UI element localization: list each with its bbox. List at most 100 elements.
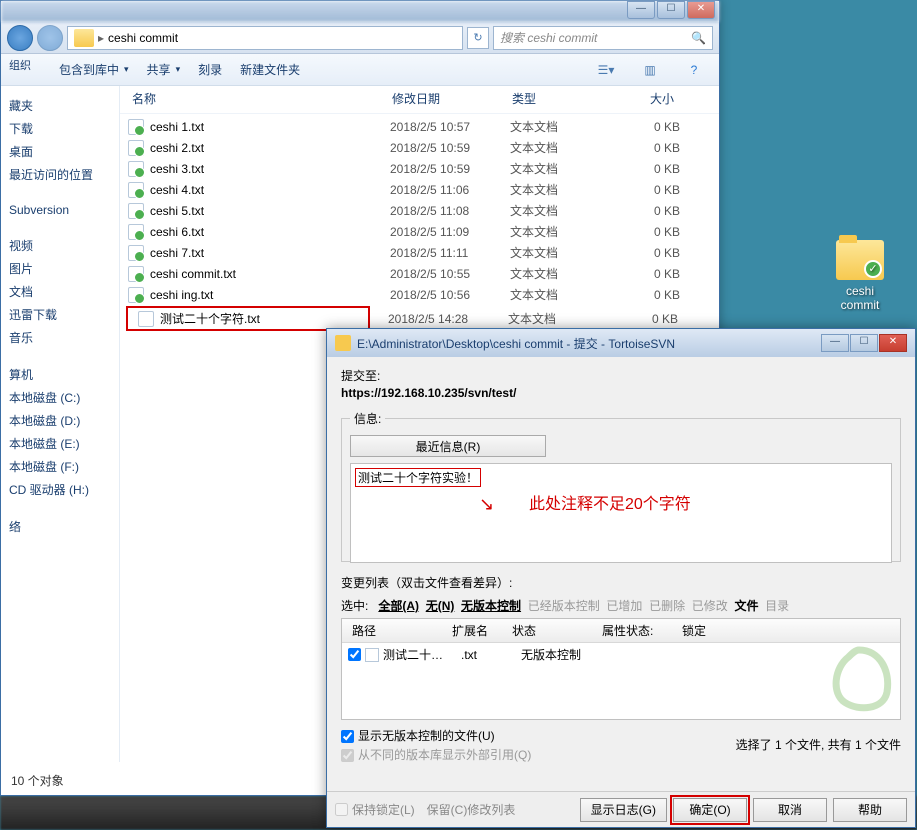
address-toolbar: ▸ ceshi commit ↻ 搜索 ceshi commit 🔍 [1,22,719,54]
file-row[interactable]: ceshi 7.txt2018/2/5 11:11文本文档0 KB [120,242,719,263]
file-date: 2018/2/5 11:08 [390,204,510,218]
column-headers[interactable]: 名称 修改日期 类型 大小 [120,86,719,114]
sidebar-item[interactable]: Subversion [7,200,113,220]
flcol-prop[interactable]: 属性状态: [598,622,678,639]
file-ext: .txt [461,648,521,662]
sidebar-item[interactable]: 本地磁盘 (C:) [7,386,113,409]
maximize-button[interactable]: ☐ [850,334,878,352]
sidebar-item[interactable]: 桌面 [7,140,113,163]
sidebar-item[interactable]: CD 驱动器 (H:) [7,478,113,501]
burn-button[interactable]: 刻录 [198,61,222,78]
col-date[interactable]: 修改日期 [388,90,508,107]
file-row[interactable]: ceshi commit.txt2018/2/5 10:55文本文档0 KB [120,263,719,284]
sidebar-item[interactable]: 迅雷下载 [7,303,113,326]
file-icon [128,287,144,303]
sidebar-item[interactable]: 本地磁盘 (F:) [7,455,113,478]
sidebar-item[interactable]: 藏夹 [7,94,113,117]
filelist-header[interactable]: 路径 扩展名 状态 属性状态: 锁定 [342,619,900,643]
sidebar-item[interactable]: 算机 [7,363,113,386]
commit-message-input[interactable]: 测试二十个字符实验！ ↘ 此处注释不足20个字符 [350,463,892,563]
col-size[interactable]: 大小 [618,90,678,107]
file-type: 文本文档 [510,202,620,219]
file-row[interactable]: ceshi 6.txt2018/2/5 11:09文本文档0 KB [120,221,719,242]
filter-none[interactable]: 无(N) [426,599,455,613]
help-button[interactable]: 帮助 [833,798,907,822]
flcol-path[interactable]: 路径 [348,622,448,639]
file-checkbox[interactable] [348,648,361,661]
organize-button[interactable]: 组织 [9,57,31,73]
address-bar[interactable]: ▸ ceshi commit [67,26,463,50]
desktop-folder-ceshi-commit[interactable]: ceshi commit [825,240,895,312]
file-icon [128,245,144,261]
sidebar-item[interactable]: 图片 [7,257,113,280]
file-size: 0 KB [620,120,680,134]
file-row[interactable]: ceshi 4.txt2018/2/5 11:06文本文档0 KB [120,179,719,200]
filter-files[interactable]: 文件 [734,599,758,613]
file-row[interactable]: ceshi 5.txt2018/2/5 11:08文本文档0 KB [120,200,719,221]
minimize-button[interactable]: — [627,1,655,19]
file-date: 2018/2/5 10:57 [390,120,510,134]
close-button[interactable]: ✕ [687,1,715,19]
flcol-lock[interactable]: 锁定 [678,622,728,639]
change-file-list[interactable]: 路径 扩展名 状态 属性状态: 锁定 测试二十… .txt 无版本控制 [341,618,901,720]
sidebar-item[interactable]: 音乐 [7,326,113,349]
sidebar-item[interactable]: 本地磁盘 (D:) [7,409,113,432]
forward-button[interactable] [37,25,63,51]
filter-all[interactable]: 全部(A) [378,599,419,613]
sidebar-item[interactable]: 视频 [7,234,113,257]
file-path: 测试二十… [383,646,461,663]
sidebar-item[interactable]: 络 [7,515,113,538]
status-bar: 10 个对象 [11,772,64,789]
cancel-button[interactable]: 取消 [753,798,827,822]
share-button[interactable]: 共享 [147,61,181,78]
refresh-button[interactable]: ↻ [467,27,489,49]
maximize-button[interactable]: ☐ [657,1,685,19]
sidebar-item[interactable]: 下载 [7,117,113,140]
file-date: 2018/2/5 11:09 [390,225,510,239]
file-type: 文本文档 [510,181,620,198]
col-name[interactable]: 名称 [128,90,388,107]
close-button[interactable]: ✕ [879,334,907,352]
filter-unversioned[interactable]: 无版本控制 [461,599,521,613]
flcol-ext[interactable]: 扩展名 [448,622,508,639]
filter-deleted: 已删除 [649,599,685,613]
show-log-button[interactable]: 显示日志(G) [580,798,667,822]
file-type: 文本文档 [510,244,620,261]
file-row[interactable]: ceshi 3.txt2018/2/5 10:59文本文档0 KB [120,158,719,179]
col-type[interactable]: 类型 [508,90,618,107]
recent-messages-button[interactable]: 最近信息(R) [350,435,546,457]
file-size: 0 KB [620,225,680,239]
file-status: 无版本控制 [521,646,611,663]
file-name: 测试二十个字符.txt [160,310,358,327]
file-row[interactable]: 测试二十个字符.txt [130,308,366,329]
tortoisesvn-logo-icon [824,643,894,713]
sidebar-item[interactable]: 本地磁盘 (E:) [7,432,113,455]
file-type: 文本文档 [510,160,620,177]
annotation-arrow-icon: ↘ [479,494,494,515]
ok-button[interactable]: 确定(O) [673,798,747,822]
preview-pane-button[interactable]: ▥ [637,59,663,81]
file-row[interactable]: ceshi 2.txt2018/2/5 10:59文本文档0 KB [120,137,719,158]
svn-window-controls: — ☐ ✕ [821,334,907,352]
message-fieldset: 信息: 最近信息(R) 测试二十个字符实验！ ↘ 此处注释不足20个字符 [341,410,901,562]
help-button[interactable]: ? [681,59,707,81]
file-row[interactable]: ceshi ing.txt2018/2/5 10:56文本文档0 KB [120,284,719,305]
sidebar-item[interactable]: 最近访问的位置 [7,163,113,186]
back-button[interactable] [7,25,33,51]
filelist-row[interactable]: 测试二十… .txt 无版本控制 [342,643,900,666]
search-input[interactable]: 搜索 ceshi commit 🔍 [493,26,713,50]
commit-url: https://192.168.10.235/svn/test/ [341,386,901,400]
view-options-button[interactable]: ☰▾ [593,59,619,81]
explorer-titlebar[interactable] [1,1,719,22]
new-folder-button[interactable]: 新建文件夹 [240,61,300,78]
breadcrumb-current: ceshi commit [108,31,178,45]
flcol-status[interactable]: 状态 [508,622,598,639]
file-size: 0 KB [620,246,680,260]
keep-lock-checkbox[interactable]: 保持锁定(L) [335,801,415,818]
file-icon [128,119,144,135]
svn-titlebar[interactable]: E:\Administrator\Desktop\ceshi commit - … [327,329,915,357]
file-row[interactable]: ceshi 1.txt2018/2/5 10:57文本文档0 KB [120,116,719,137]
include-in-library-button[interactable]: 包含到库中 [59,61,129,78]
sidebar-item[interactable]: 文档 [7,280,113,303]
minimize-button[interactable]: — [821,334,849,352]
